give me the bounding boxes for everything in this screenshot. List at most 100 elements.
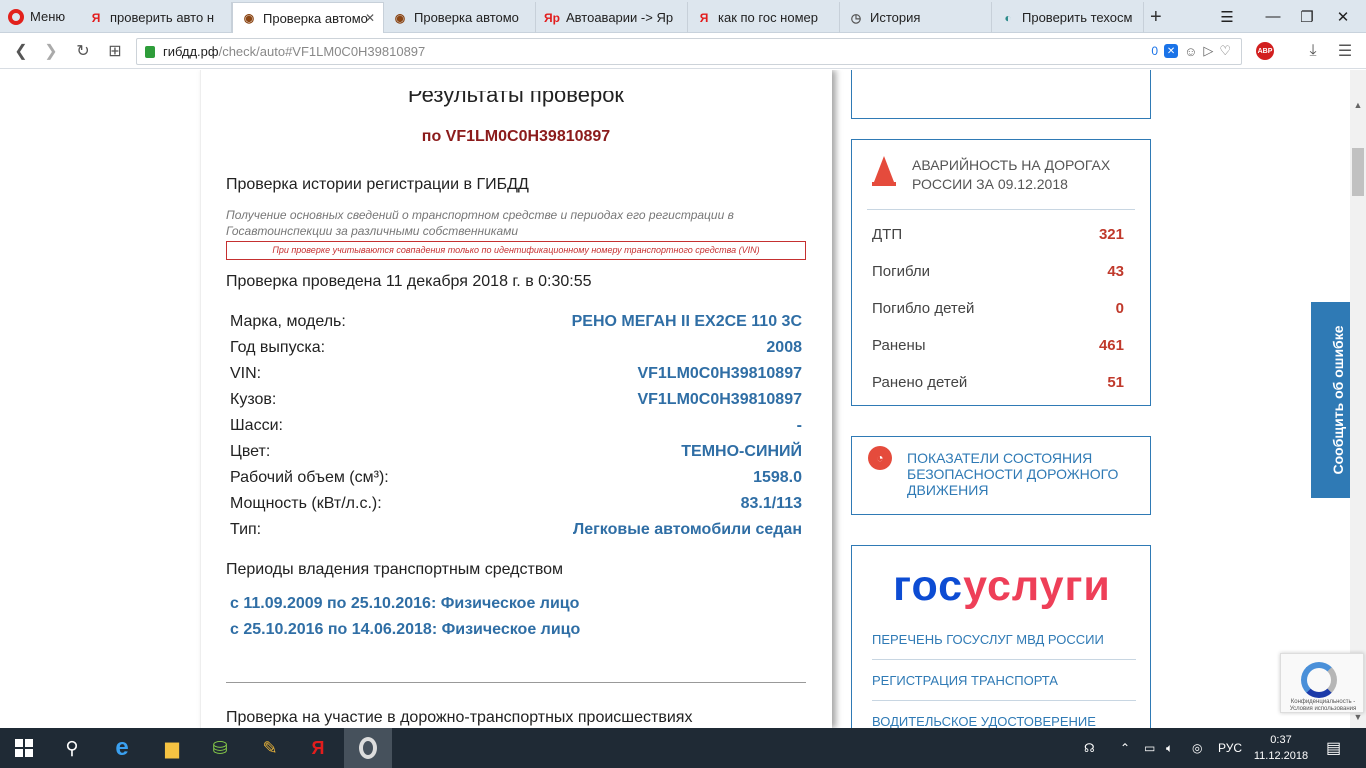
store-icon[interactable]: ⛁ — [196, 728, 244, 768]
tab-label: Проверка автомо — [263, 10, 368, 26]
opera-taskbar-icon[interactable] — [344, 728, 392, 768]
paint-icon[interactable]: ✎ — [246, 728, 294, 768]
people-icon[interactable]: ☊ — [1084, 728, 1095, 768]
stat-value: 0 — [1115, 300, 1124, 317]
recaptcha-icon — [1301, 662, 1337, 698]
gos-link-services[interactable]: ПЕРЕЧЕНЬ ГОСУСЛУГ МВД РОССИИ — [872, 632, 1136, 660]
address-bar: ❮ ❯ ↻ ⊞ гибдд.рф /check/auto#VF1LM0C0H39… — [0, 33, 1366, 69]
stats-title: АВАРИЙНОСТЬ НА ДОРОГАХ РОССИИ ЗА 09.12.2… — [912, 157, 1111, 192]
stat-row: Погибло детей 0 — [872, 300, 1124, 317]
stat-row: ДТП 321 — [872, 226, 1124, 243]
spec-label: VIN: — [230, 365, 262, 382]
spec-row: VIN: VF1LM0C0H39810897 — [230, 361, 802, 387]
yandex-icon: Я — [91, 10, 101, 25]
stat-label: Погибло детей — [872, 300, 975, 317]
tray-expand-icon[interactable]: ⌃ — [1120, 728, 1130, 768]
spec-value: Легковые автомобили седан — [573, 521, 802, 538]
stat-value: 43 — [1107, 263, 1124, 280]
tab-7[interactable]: ◐ Проверить техосм — [992, 2, 1144, 33]
spec-row: Кузов: VF1LM0C0H39810897 — [230, 387, 802, 413]
opera-logo-icon — [8, 8, 24, 25]
stat-row: Ранены 461 — [872, 337, 1124, 354]
spec-row: Тип: Легковые автомобили седан — [230, 517, 802, 543]
windows-taskbar: ⚲ e ▆ ⛁ ✎ Я ☊ ⌃ ▭ 🔈︎ ◎ РУС 0:37 11.12.20… — [0, 728, 1366, 768]
vin-warning: При проверке учитываются совпадения толь… — [226, 241, 806, 260]
notifications-icon[interactable]: ▤ — [1326, 728, 1341, 768]
ownership-title: Периоды владения транспортным средством — [226, 561, 564, 578]
spec-value: ТЕМНО-СИНИЙ — [681, 443, 802, 460]
close-window-button[interactable]: ✕ — [1320, 0, 1366, 33]
tab-4[interactable]: Яр Автоаварии -> Яр — [536, 2, 688, 33]
search-icon[interactable]: ⚲ — [48, 728, 96, 768]
results-vin: по VF1LM0C0H39810897 — [421, 128, 611, 145]
stat-label: Ранены — [872, 337, 926, 354]
forward-button[interactable]: ❯ — [40, 40, 62, 62]
download-icon[interactable]: ⤓ — [1302, 40, 1324, 62]
sidebar-widget-top — [851, 70, 1151, 119]
language-indicator[interactable]: РУС — [1218, 728, 1242, 768]
volume-icon[interactable]: 🔈︎ — [1166, 728, 1173, 768]
recaptcha-badge[interactable]: Конфиденциальность - Условия использован… — [1280, 653, 1364, 713]
heart-icon[interactable]: ♡ — [1219, 43, 1231, 59]
close-tab-icon[interactable]: ✕ — [365, 11, 375, 25]
spec-value: 1598.0 — [753, 469, 802, 486]
reload-button[interactable]: ↻ — [72, 40, 94, 62]
gibdd-emblem-icon: ◉ — [394, 10, 406, 25]
tab-3[interactable]: ◉ Проверка автомо — [384, 2, 536, 33]
page-content: Результаты проверок по VF1LM0C0H39810897… — [0, 70, 1366, 728]
owner-period: с 11.09.2009 по 25.10.2016: Физическое л… — [230, 595, 580, 612]
easy-setup-icon[interactable]: ☰ — [1334, 40, 1356, 62]
scroll-up-icon[interactable]: ▲ — [1350, 100, 1366, 116]
spec-row: Шасси: - — [230, 413, 802, 439]
tab-2-active[interactable]: ◉ Проверка автомо ✕ — [232, 2, 384, 33]
gosuslugi-logo[interactable]: госуслуги — [852, 562, 1152, 611]
gosuslugi-widget: госуслуги ПЕРЕЧЕНЬ ГОСУСЛУГ МВД РОССИИ Р… — [851, 545, 1151, 728]
site-icon: ◐ — [1004, 10, 1012, 25]
tab-label: История — [870, 10, 921, 25]
section-divider — [226, 682, 806, 683]
network-icon[interactable]: ◎ — [1192, 728, 1202, 768]
emoji-icon[interactable]: ☺ — [1184, 44, 1197, 59]
tab-menu-icon[interactable]: ☰ — [1204, 0, 1250, 33]
accident-stats-widget: АВАРИЙНОСТЬ НА ДОРОГАХ РОССИИ ЗА 09.12.2… — [851, 139, 1151, 406]
traffic-cone-icon — [872, 156, 896, 186]
url-host: гибдд.рф — [163, 44, 219, 59]
new-tab-button[interactable]: + — [1150, 6, 1162, 29]
safety-indicators-link[interactable]: ◔ ПОКАЗАТЕЛИ СОСТОЯНИЯ БЕЗОПАСНОСТИ ДОРО… — [851, 436, 1151, 515]
tab-5[interactable]: Я как по гос номер — [688, 2, 840, 33]
tab-1[interactable]: Я проверить авто н — [80, 2, 232, 33]
page-scrollbar[interactable]: ▲ ▼ — [1350, 70, 1366, 728]
spec-row: Мощность (кВт/л.с.): 83.1/113 — [230, 491, 802, 517]
spec-row: Цвет: ТЕМНО-СИНИЙ — [230, 439, 802, 465]
edge-icon[interactable]: e — [98, 728, 146, 768]
back-button[interactable]: ❮ — [10, 40, 32, 62]
stats-header: АВАРИЙНОСТЬ НА ДОРОГАХ РОССИИ ЗА 09.12.2… — [872, 156, 1122, 194]
gos-link-license[interactable]: ВОДИТЕЛЬСКОЕ УДОСТОВЕРЕНИЕ — [872, 714, 1136, 728]
system-clock[interactable]: 0:37 11.12.2018 — [1246, 732, 1316, 764]
adblock-plus-icon[interactable]: ABP — [1256, 42, 1274, 60]
speed-dial-icon[interactable]: ⊞ — [104, 40, 126, 62]
stat-row: Погибли 43 — [872, 263, 1124, 280]
battery-icon[interactable]: ▭ — [1144, 728, 1155, 768]
start-button[interactable] — [0, 728, 48, 768]
yandex-browser-icon[interactable]: Я — [294, 728, 342, 768]
yandex-icon: Яр — [544, 10, 560, 25]
gos-link-registration[interactable]: РЕГИСТРАЦИЯ ТРАНСПОРТА — [872, 673, 1136, 701]
spec-label: Шасси: — [230, 417, 283, 434]
scroll-down-icon[interactable]: ▼ — [1350, 712, 1366, 728]
section-accidents-title: Проверка на участие в дорожно-транспортн… — [226, 709, 693, 726]
file-explorer-icon[interactable]: ▆ — [148, 728, 196, 768]
stat-value: 51 — [1107, 374, 1124, 391]
spec-label: Год выпуска: — [230, 339, 326, 356]
scroll-thumb[interactable] — [1352, 148, 1364, 196]
tab-6[interactable]: ◷ История — [840, 2, 992, 33]
logo-part: гос — [893, 562, 964, 610]
stat-value: 321 — [1098, 226, 1124, 243]
stat-label: ДТП — [872, 226, 903, 243]
adblock-toggle-icon[interactable]: ✕ — [1164, 44, 1179, 58]
stat-label: Погибли — [872, 263, 931, 280]
spec-label: Рабочий объем (см³): — [230, 469, 389, 486]
url-field[interactable]: гибдд.рф /check/auto#VF1LM0C0H39810897 0… — [136, 38, 1242, 65]
opera-menu-button[interactable]: Меню — [0, 0, 80, 33]
send-icon[interactable]: ▷ — [1203, 43, 1213, 59]
